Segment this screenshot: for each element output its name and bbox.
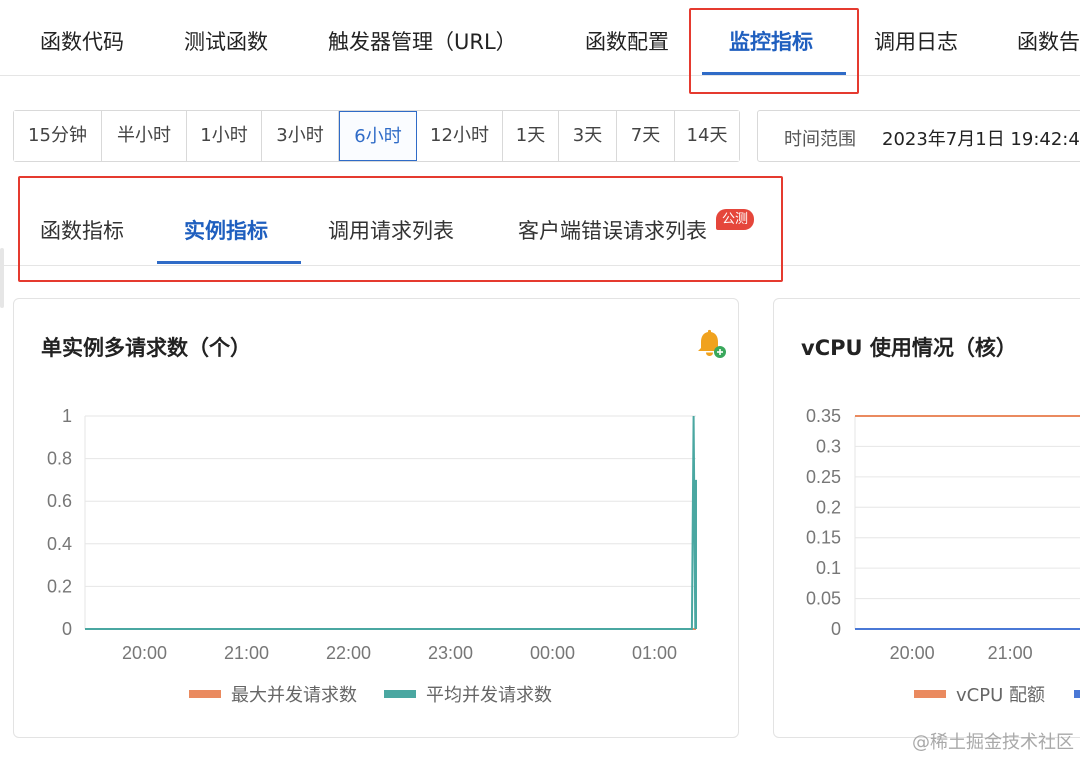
y-tick-label: 0.2 <box>47 576 72 596</box>
tab-test-function[interactable]: 测试函数 <box>184 26 268 56</box>
time-btn-1d[interactable]: 1天 <box>503 111 559 161</box>
series-line-1 <box>85 415 697 630</box>
time-btn-1h[interactable]: 1小时 <box>187 111 262 161</box>
chart-card-vcpu: 0.35 0.3 0.25 0.2 0.15 0.1 0.05 0 20:00 21:00 vCPU… <box>773 298 1080 738</box>
card-title-vcpu: vCPU 使用情况（核） <box>801 336 1017 360</box>
time-btn-12h[interactable]: 12小时 <box>417 111 503 161</box>
x-tick-label: 01:00 <box>632 643 677 663</box>
legend-swatch-1 <box>1074 690 1080 698</box>
legend-swatch-1 <box>384 690 416 698</box>
y-tick-label: 1 <box>62 406 72 426</box>
time-preset-group: 15分钟 半小时 1小时 3小时 6小时 12小时 1天 3天 7天 14天 <box>13 110 740 162</box>
tab-function-code[interactable]: 函数代码 <box>40 26 124 56</box>
time-btn-14d[interactable]: 14天 <box>675 111 739 161</box>
side-collapse-handle[interactable] <box>0 248 4 308</box>
highlight-box-subtabs <box>18 176 783 282</box>
y-tick-label: 0.2 <box>816 497 841 517</box>
time-range-label: 时间范围 <box>784 129 856 150</box>
vcpu-chart: 0.35 0.3 0.25 0.2 0.15 0.1 0.05 0 20:00 21:00 vCPU… <box>806 406 1080 706</box>
y-tick-label: 0 <box>62 619 72 639</box>
legend-label-0: 最大并发请求数 <box>231 685 357 706</box>
top-tab-bar: 函数代码 测试函数 触发器管理（URL） 函数配置 监控指标 调用日志 函数告 <box>0 0 1080 76</box>
tab-trigger-management[interactable]: 触发器管理（URL） <box>328 26 517 56</box>
time-btn-6h[interactable]: 6小时 <box>339 111 417 161</box>
y-tick-label: 0 <box>831 619 841 639</box>
tab-invocation-logs[interactable]: 调用日志 <box>874 26 958 56</box>
x-tick-label: 22:00 <box>326 643 371 663</box>
card-title-concurrency: 单实例多请求数（个） <box>41 336 251 360</box>
time-btn-7d[interactable]: 7天 <box>617 111 675 161</box>
y-tick-label: 0.6 <box>47 491 72 511</box>
bell-add-icon[interactable] <box>694 327 728 361</box>
y-tick-label: 0.1 <box>816 558 841 578</box>
watermark: @稀土掘金技术社区 <box>912 732 1074 753</box>
x-tick-label: 20:00 <box>890 643 935 663</box>
time-btn-30min[interactable]: 半小时 <box>102 111 187 161</box>
highlight-box-monitoring-tab <box>689 8 859 94</box>
y-tick-label: 0.4 <box>47 534 72 554</box>
legend-swatch-0 <box>914 690 946 698</box>
y-tick-label: 0.8 <box>47 449 72 469</box>
time-btn-3d[interactable]: 3天 <box>559 111 617 161</box>
x-tick-label: 00:00 <box>530 643 575 663</box>
chart-card-concurrency: 1 0.8 0.6 0.4 0.2 0 20:00 21:00 22:00 23:00 00:00 0… <box>13 298 739 738</box>
y-tick-label: 0.25 <box>806 467 841 487</box>
legend-label-1: 平均并发请求数 <box>426 685 552 706</box>
time-btn-3h[interactable]: 3小时 <box>262 111 339 161</box>
x-tick-label: 20:00 <box>122 643 167 663</box>
y-tick-label: 0.35 <box>806 406 841 426</box>
time-range-picker[interactable]: 时间范围 2023年7月1日 19:42:4 <box>757 110 1080 162</box>
x-tick-label: 23:00 <box>428 643 473 663</box>
tab-function-alerts[interactable]: 函数告 <box>1017 26 1080 56</box>
y-tick-label: 0.05 <box>806 589 841 609</box>
tab-function-config[interactable]: 函数配置 <box>585 26 669 56</box>
legend-swatch-0 <box>189 690 221 698</box>
x-tick-label: 21:00 <box>224 643 269 663</box>
concurrency-chart: 1 0.8 0.6 0.4 0.2 0 20:00 21:00 22:00 23:00 00:00 0… <box>47 406 697 706</box>
y-tick-label: 0.3 <box>816 436 841 456</box>
legend-label-0: vCPU 配额 <box>956 685 1045 706</box>
time-btn-15min[interactable]: 15分钟 <box>14 111 102 161</box>
x-tick-label: 21:00 <box>988 643 1033 663</box>
y-tick-label: 0.15 <box>806 528 841 548</box>
time-range-value: 2023年7月1日 19:42:4 <box>882 129 1080 150</box>
